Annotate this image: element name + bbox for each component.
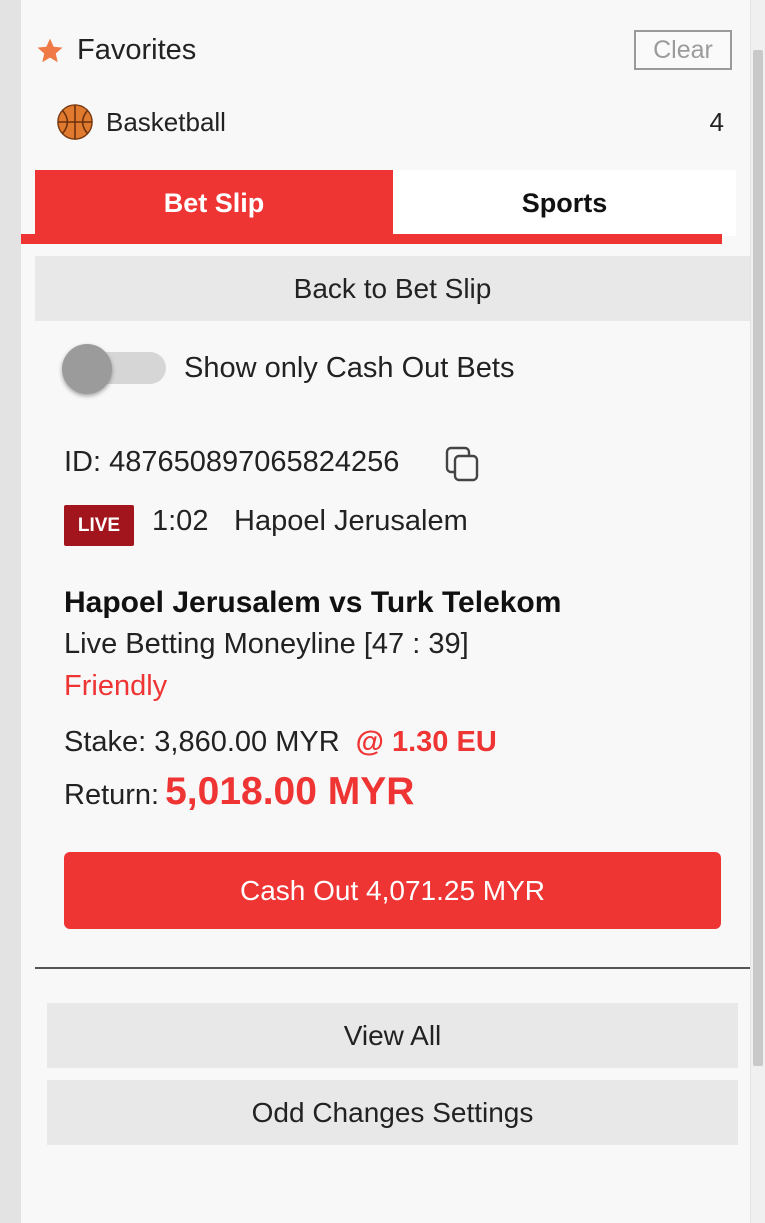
odd-changes-settings-button[interactable]: Odd Changes Settings: [47, 1080, 738, 1145]
clear-button[interactable]: Clear: [634, 30, 732, 70]
league-name: Friendly: [64, 670, 168, 702]
return-row: Return: 5,018.00 MYR: [64, 770, 414, 814]
star-icon: [37, 38, 63, 63]
copy-icon[interactable]: [445, 446, 481, 484]
view-all-button[interactable]: View All: [47, 1003, 738, 1068]
return-label: Return:: [64, 779, 160, 811]
live-badge: LIVE: [64, 505, 134, 546]
selected-team: Hapoel Jerusalem: [234, 505, 468, 537]
favorite-item-basketball[interactable]: Basketball 4: [56, 101, 724, 145]
scrollbar[interactable]: [751, 0, 765, 1223]
favorites-header: Favorites Clear: [35, 30, 735, 76]
divider: [35, 967, 750, 969]
favorites-title: Favorites: [77, 34, 197, 66]
bet-id: ID: 487650897065824256: [64, 446, 400, 478]
match-time: 1:02: [152, 505, 209, 537]
cash-out-button[interactable]: Cash Out 4,071.25 MYR: [64, 852, 721, 929]
back-to-bet-slip-button[interactable]: Back to Bet Slip: [35, 256, 750, 321]
scrollbar-thumb[interactable]: [753, 50, 763, 1066]
cash-out-toggle[interactable]: [62, 344, 166, 396]
odds-text: @ 1.30 EU: [355, 726, 497, 758]
stake-text: Stake: 3,860.00 MYR: [64, 726, 340, 758]
betslip-panel: Favorites Clear Basketball 4 Bet Slip Sp…: [21, 0, 750, 1223]
basketball-icon: [57, 104, 93, 140]
tab-sports[interactable]: Sports: [393, 170, 736, 236]
favorite-item-label: Basketball: [106, 107, 226, 137]
toggle-knob: [62, 344, 112, 394]
stake-row: Stake: 3,860.00 MYR @ 1.30 EU: [64, 726, 497, 759]
cash-out-toggle-label: Show only Cash Out Bets: [184, 352, 515, 384]
return-amount: 5,018.00 MYR: [165, 770, 415, 813]
market-name: Live Betting Moneyline [47 : 39]: [64, 628, 469, 660]
favorite-item-count: 4: [709, 107, 724, 137]
tab-underline: [21, 234, 722, 244]
tab-bar: Bet Slip Sports: [35, 170, 736, 244]
tab-bet-slip[interactable]: Bet Slip: [35, 170, 393, 244]
match-title: Hapoel Jerusalem vs Turk Telekom: [64, 586, 562, 619]
